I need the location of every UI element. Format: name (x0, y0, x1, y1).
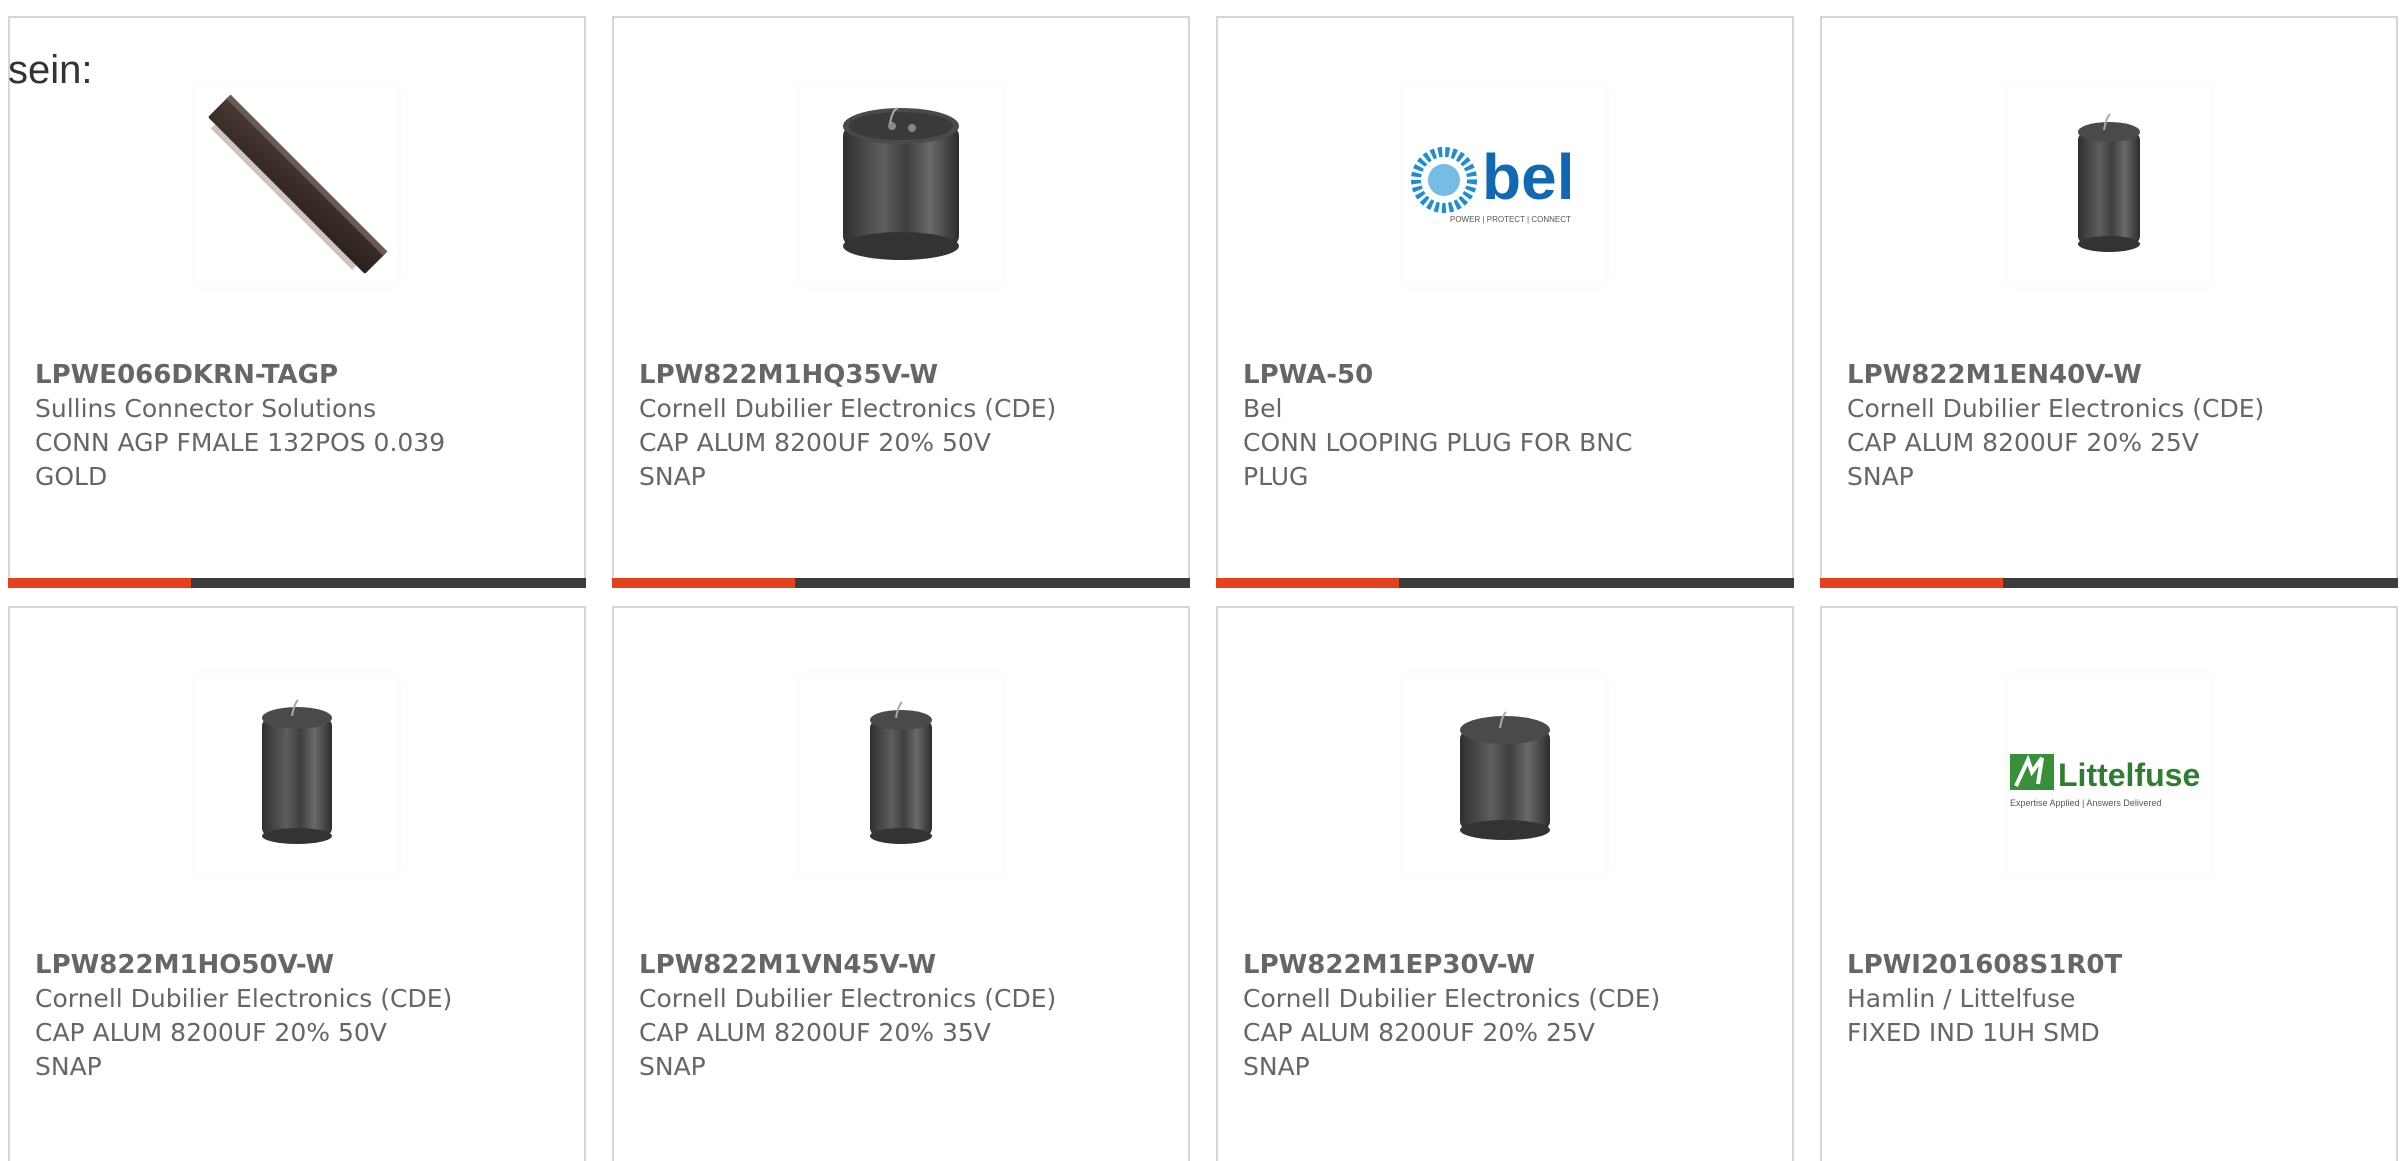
connector-image (208, 94, 388, 274)
product-card[interactable]: LPW822M1HO50V-W Cornell Dubilier Electro… (8, 606, 586, 1161)
product-info: LPW822M1EP30V-W Cornell Dubilier Electro… (1243, 948, 1683, 1084)
description-line: SNAP (1243, 1052, 1310, 1081)
product-image[interactable] (800, 674, 1002, 876)
progress-fill (8, 578, 191, 588)
progress-bar (1216, 578, 1794, 588)
description-line: SNAP (639, 1052, 706, 1081)
manufacturer: Bel (1243, 394, 1283, 423)
description-line: GOLD (35, 462, 108, 491)
part-number[interactable]: LPW822M1EN40V-W (1847, 358, 2287, 392)
product-info: LPW822M1HQ35V-W Cornell Dubilier Electro… (639, 358, 1079, 494)
svg-text:bel: bel (1482, 141, 1574, 213)
product-card[interactable]: LPW822M1EN40V-W Cornell Dubilier Electro… (1820, 16, 2398, 588)
description-line: PLUG (1243, 462, 1309, 491)
manufacturer: Cornell Dubilier Electronics (CDE) (35, 984, 453, 1013)
description-line: CAP ALUM 8200UF 20% 50V (35, 1018, 387, 1047)
progress-fill (1820, 578, 2003, 588)
description-line: CONN AGP FMALE 132POS 0.039 (35, 428, 446, 457)
description-line: CAP ALUM 8200UF 20% 50V (639, 428, 991, 457)
overlay-label: sein: (8, 48, 93, 92)
description-line: CAP ALUM 8200UF 20% 25V (1243, 1018, 1595, 1047)
product-grid-page: sein: LPWE066DKRN-TAGP Sullins Connector… (0, 0, 2400, 1161)
svg-text:Expertise Applied | Answers De: Expertise Applied | Answers Delivered (2010, 798, 2161, 808)
product-image[interactable]: Littelfuse Expertise Applied | Answers D… (2008, 674, 2210, 876)
part-number[interactable]: LPW822M1HO50V-W (35, 948, 475, 982)
progress-fill (1216, 578, 1399, 588)
description-line: CONN LOOPING PLUG FOR BNC (1243, 428, 1633, 457)
svg-text:Littelfuse: Littelfuse (2058, 757, 2200, 793)
part-number[interactable]: LPW822M1EP30V-W (1243, 948, 1683, 982)
product-image[interactable] (196, 84, 398, 286)
manufacturer: Cornell Dubilier Electronics (CDE) (1243, 984, 1661, 1013)
description-line: SNAP (1847, 462, 1914, 491)
description-line: SNAP (639, 462, 706, 491)
product-card[interactable]: LPW822M1EP30V-W Cornell Dubilier Electro… (1216, 606, 1794, 1161)
product-image[interactable]: bel POWER | PROTECT | CONNECT (1404, 84, 1606, 286)
capacitor-image (1460, 711, 1550, 840)
capacitor-image (870, 701, 932, 844)
capacitor-image (843, 107, 959, 260)
svg-text:POWER | PROTECT | CONNECT: POWER | PROTECT | CONNECT (1450, 215, 1571, 224)
description-line: SNAP (35, 1052, 102, 1081)
product-info: LPWI201608S1R0T Hamlin / Littelfuse FIXE… (1847, 948, 2287, 1050)
product-info: LPWA-50 Bel CONN LOOPING PLUG FOR BNC PL… (1243, 358, 1683, 494)
manufacturer: Cornell Dubilier Electronics (CDE) (639, 394, 1057, 423)
progress-bar (612, 578, 1190, 588)
part-number[interactable]: LPW822M1HQ35V-W (639, 358, 1079, 392)
product-image[interactable] (196, 674, 398, 876)
product-image[interactable] (2008, 84, 2210, 286)
part-number[interactable]: LPWA-50 (1243, 358, 1683, 392)
progress-fill (612, 578, 795, 588)
capacitor-image (2078, 113, 2140, 252)
product-info: LPWE066DKRN-TAGP Sullins Connector Solut… (35, 358, 475, 494)
progress-bar (1820, 578, 2398, 588)
description-line: CAP ALUM 8200UF 20% 35V (639, 1018, 991, 1047)
product-grid: LPWE066DKRN-TAGP Sullins Connector Solut… (8, 16, 2398, 1161)
product-card[interactable]: LPWE066DKRN-TAGP Sullins Connector Solut… (8, 16, 586, 588)
part-number[interactable]: LPW822M1VN45V-W (639, 948, 1079, 982)
manufacturer: Sullins Connector Solutions (35, 394, 377, 423)
manufacturer: Cornell Dubilier Electronics (CDE) (1847, 394, 2265, 423)
product-image[interactable] (800, 84, 1002, 286)
littelfuse-logo: Littelfuse Expertise Applied | Answers D… (2010, 754, 2200, 808)
description-line: CAP ALUM 8200UF 20% 25V (1847, 428, 2199, 457)
product-info: LPW822M1HO50V-W Cornell Dubilier Electro… (35, 948, 475, 1084)
part-number[interactable]: LPWI201608S1R0T (1847, 948, 2287, 982)
product-info: LPW822M1VN45V-W Cornell Dubilier Electro… (639, 948, 1079, 1084)
product-card[interactable]: LPW822M1HQ35V-W Cornell Dubilier Electro… (612, 16, 1190, 588)
manufacturer: Cornell Dubilier Electronics (CDE) (639, 984, 1057, 1013)
product-info: LPW822M1EN40V-W Cornell Dubilier Electro… (1847, 358, 2287, 494)
part-number[interactable]: LPWE066DKRN-TAGP (35, 358, 475, 392)
product-card[interactable]: bel POWER | PROTECT | CONNECT LPWA-50 Be… (1216, 16, 1794, 588)
manufacturer: Hamlin / Littelfuse (1847, 984, 2076, 1013)
capacitor-image (262, 699, 332, 844)
product-image[interactable] (1404, 674, 1606, 876)
product-card[interactable]: LPW822M1VN45V-W Cornell Dubilier Electro… (612, 606, 1190, 1161)
bel-logo: bel POWER | PROTECT | CONNECT (1411, 141, 1574, 224)
description-line: FIXED IND 1UH SMD (1847, 1018, 2100, 1047)
product-card[interactable]: Littelfuse Expertise Applied | Answers D… (1820, 606, 2398, 1161)
progress-bar (8, 578, 586, 588)
